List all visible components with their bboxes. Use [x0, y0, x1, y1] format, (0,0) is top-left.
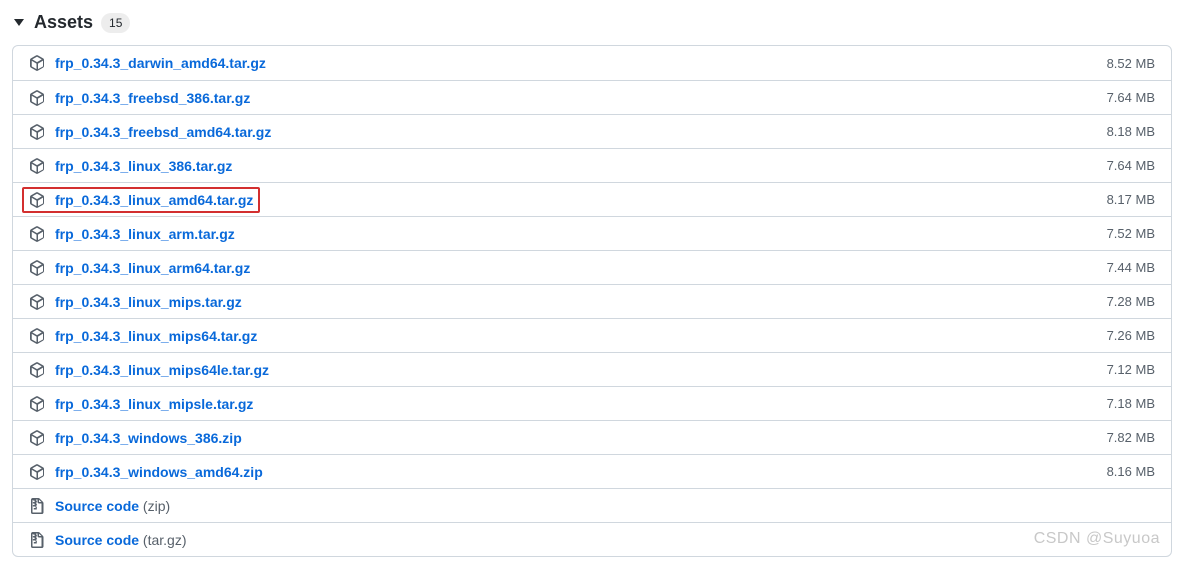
asset-filename: frp_0.34.3_linux_amd64.tar.gz: [55, 192, 253, 208]
asset-link[interactable]: frp_0.34.3_freebsd_386.tar.gz: [55, 90, 250, 106]
asset-link[interactable]: frp_0.34.3_windows_amd64.zip: [55, 464, 263, 480]
asset-left: frp_0.34.3_darwin_amd64.tar.gz: [29, 55, 266, 71]
asset-row: frp_0.34.3_darwin_amd64.tar.gz 8.52 MB: [13, 46, 1171, 80]
asset-size: 8.52 MB: [1107, 56, 1155, 71]
asset-row: frp_0.34.3_freebsd_386.tar.gz 7.64 MB: [13, 80, 1171, 114]
asset-left: Source code (zip): [29, 498, 170, 514]
asset-row: frp_0.34.3_linux_arm.tar.gz 7.52 MB: [13, 216, 1171, 250]
asset-filename: frp_0.34.3_linux_arm64.tar.gz: [55, 260, 250, 276]
asset-size: 8.16 MB: [1107, 464, 1155, 479]
asset-left: frp_0.34.3_linux_386.tar.gz: [29, 158, 232, 174]
package-icon: [29, 124, 45, 140]
asset-size: 7.52 MB: [1107, 226, 1155, 241]
asset-filename: Source code: [55, 532, 139, 548]
package-icon: [29, 158, 45, 174]
asset-row: frp_0.34.3_windows_386.zip 7.82 MB: [13, 420, 1171, 454]
asset-filename: Source code: [55, 498, 139, 514]
file-zip-icon: [29, 498, 45, 514]
assets-list: frp_0.34.3_darwin_amd64.tar.gz8.52 MBfrp…: [12, 45, 1172, 557]
asset-left: frp_0.34.3_linux_arm.tar.gz: [29, 226, 235, 242]
asset-filename: frp_0.34.3_linux_arm.tar.gz: [55, 226, 235, 242]
asset-link[interactable]: frp_0.34.3_linux_amd64.tar.gz: [55, 192, 253, 208]
asset-row: frp_0.34.3_linux_386.tar.gz 7.64 MB: [13, 148, 1171, 182]
package-icon: [29, 464, 45, 480]
asset-size: 7.28 MB: [1107, 294, 1155, 309]
asset-suffix: (zip): [143, 498, 170, 514]
asset-filename: frp_0.34.3_darwin_amd64.tar.gz: [55, 55, 266, 71]
asset-size: 7.82 MB: [1107, 430, 1155, 445]
asset-row: frp_0.34.3_freebsd_amd64.tar.gz 8.18 MB: [13, 114, 1171, 148]
asset-left: frp_0.34.3_linux_amd64.tar.gz: [29, 192, 253, 208]
package-icon: [29, 362, 45, 378]
asset-size: 7.12 MB: [1107, 362, 1155, 377]
asset-link[interactable]: frp_0.34.3_linux_mips64.tar.gz: [55, 328, 257, 344]
asset-row: Source code (zip): [13, 488, 1171, 522]
asset-row: frp_0.34.3_linux_arm64.tar.gz 7.44 MB: [13, 250, 1171, 284]
asset-left: frp_0.34.3_windows_amd64.zip: [29, 464, 263, 480]
asset-size: 7.64 MB: [1107, 90, 1155, 105]
assets-count-badge: 15: [101, 13, 130, 33]
asset-size: 7.44 MB: [1107, 260, 1155, 275]
asset-link[interactable]: frp_0.34.3_linux_arm64.tar.gz: [55, 260, 250, 276]
package-icon: [29, 396, 45, 412]
asset-size: 8.18 MB: [1107, 124, 1155, 139]
asset-filename: frp_0.34.3_windows_amd64.zip: [55, 464, 263, 480]
package-icon: [29, 430, 45, 446]
asset-left: frp_0.34.3_linux_mips64.tar.gz: [29, 328, 257, 344]
asset-filename: frp_0.34.3_linux_mips64.tar.gz: [55, 328, 257, 344]
asset-link[interactable]: frp_0.34.3_darwin_amd64.tar.gz: [55, 55, 266, 71]
assets-title: Assets: [34, 12, 93, 33]
package-icon: [29, 294, 45, 310]
asset-row: frp_0.34.3_linux_mipsle.tar.gz 7.18 MB: [13, 386, 1171, 420]
asset-filename: frp_0.34.3_linux_386.tar.gz: [55, 158, 232, 174]
asset-size: 7.26 MB: [1107, 328, 1155, 343]
asset-left: frp_0.34.3_linux_mips64le.tar.gz: [29, 362, 269, 378]
assets-header[interactable]: Assets 15: [8, 8, 1176, 45]
asset-row: frp_0.34.3_linux_mips64.tar.gz 7.26 MB: [13, 318, 1171, 352]
asset-row: frp_0.34.3_linux_amd64.tar.gz 8.17 MB: [13, 182, 1171, 216]
asset-link[interactable]: frp_0.34.3_linux_mipsle.tar.gz: [55, 396, 253, 412]
asset-row: frp_0.34.3_windows_amd64.zip 8.16 MB: [13, 454, 1171, 488]
asset-left: frp_0.34.3_freebsd_386.tar.gz: [29, 90, 250, 106]
asset-row: frp_0.34.3_linux_mips.tar.gz 7.28 MB: [13, 284, 1171, 318]
package-icon: [29, 90, 45, 106]
asset-left: Source code (tar.gz): [29, 532, 187, 548]
asset-filename: frp_0.34.3_linux_mips64le.tar.gz: [55, 362, 269, 378]
package-icon: [29, 226, 45, 242]
package-icon: [29, 192, 45, 208]
asset-link[interactable]: frp_0.34.3_linux_386.tar.gz: [55, 158, 232, 174]
asset-left: frp_0.34.3_linux_arm64.tar.gz: [29, 260, 250, 276]
asset-left: frp_0.34.3_linux_mipsle.tar.gz: [29, 396, 253, 412]
asset-suffix: (tar.gz): [143, 532, 187, 548]
asset-filename: frp_0.34.3_linux_mipsle.tar.gz: [55, 396, 253, 412]
asset-row: frp_0.34.3_linux_mips64le.tar.gz 7.12 MB: [13, 352, 1171, 386]
asset-filename: frp_0.34.3_freebsd_amd64.tar.gz: [55, 124, 271, 140]
asset-size: 7.64 MB: [1107, 158, 1155, 173]
package-icon: [29, 260, 45, 276]
file-zip-icon: [29, 532, 45, 548]
asset-link[interactable]: frp_0.34.3_linux_arm.tar.gz: [55, 226, 235, 242]
package-icon: [29, 328, 45, 344]
asset-size: 7.18 MB: [1107, 396, 1155, 411]
asset-size: 8.17 MB: [1107, 192, 1155, 207]
asset-link[interactable]: Source code (zip): [55, 498, 170, 514]
asset-link[interactable]: frp_0.34.3_windows_386.zip: [55, 430, 242, 446]
asset-left: frp_0.34.3_linux_mips.tar.gz: [29, 294, 242, 310]
asset-filename: frp_0.34.3_freebsd_386.tar.gz: [55, 90, 250, 106]
asset-filename: frp_0.34.3_linux_mips.tar.gz: [55, 294, 242, 310]
asset-left: frp_0.34.3_freebsd_amd64.tar.gz: [29, 124, 271, 140]
asset-link[interactable]: Source code (tar.gz): [55, 532, 187, 548]
asset-filename: frp_0.34.3_windows_386.zip: [55, 430, 242, 446]
package-icon: [29, 55, 45, 71]
highlighted-box: frp_0.34.3_linux_amd64.tar.gz: [22, 187, 260, 213]
asset-link[interactable]: frp_0.34.3_freebsd_amd64.tar.gz: [55, 124, 271, 140]
asset-row: Source code (tar.gz): [13, 522, 1171, 556]
asset-link[interactable]: frp_0.34.3_linux_mips64le.tar.gz: [55, 362, 269, 378]
asset-link[interactable]: frp_0.34.3_linux_mips.tar.gz: [55, 294, 242, 310]
caret-down-icon: [14, 19, 24, 26]
asset-left: frp_0.34.3_windows_386.zip: [29, 430, 242, 446]
